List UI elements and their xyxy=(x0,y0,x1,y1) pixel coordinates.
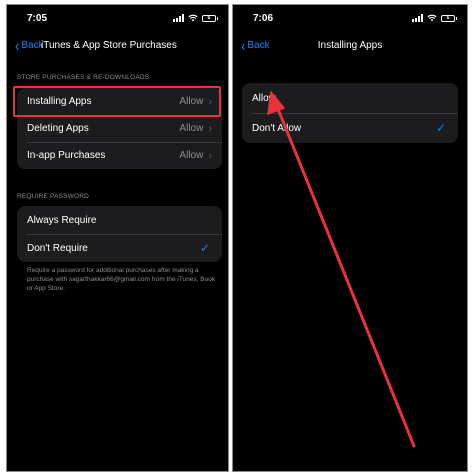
battery-icon: 6 xyxy=(202,14,218,22)
back-button[interactable]: ‹ Back xyxy=(15,35,44,54)
always-require-option[interactable]: Always Require xyxy=(17,206,222,234)
navigation-bar: ‹ Back iTunes & App Store Purchases xyxy=(7,37,228,57)
wifi-icon xyxy=(188,14,198,22)
status-time: 7:05 xyxy=(27,13,48,24)
option-label: Allow xyxy=(252,92,276,104)
install-options-group: Allow Don't Allow ✓ xyxy=(242,83,458,143)
deleting-apps-row[interactable]: Deleting Apps Allow › xyxy=(17,115,222,142)
right-screenshot: 7:06 6 ‹ Back Installing Apps Allow Don't… xyxy=(232,4,468,472)
back-chevron-icon: ‹ xyxy=(15,35,20,54)
row-label: In-app Purchases xyxy=(27,150,106,161)
signal-icon xyxy=(412,14,423,22)
dont-require-option[interactable]: Don't Require ✓ xyxy=(17,234,222,262)
option-label: Always Require xyxy=(27,214,97,226)
row-label: Deleting Apps xyxy=(27,123,89,134)
disclosure-chevron-icon: › xyxy=(208,122,212,135)
section-header: STORE PURCHASES & RE-DOWNLOADS xyxy=(17,74,150,81)
page-title: iTunes & App Store Purchases xyxy=(41,40,177,51)
section-header: REQUIRE PASSWORD xyxy=(17,193,90,200)
dont-allow-option[interactable]: Don't Allow ✓ xyxy=(242,113,458,143)
option-label: Don't Allow xyxy=(252,122,302,134)
wifi-icon xyxy=(427,14,437,22)
left-screenshot: 7:05 6 ‹ Back iTunes & App Store Purchase… xyxy=(6,4,229,472)
allow-option[interactable]: Allow xyxy=(242,83,458,113)
footer-note: Require a password for additional purcha… xyxy=(27,267,216,292)
require-password-group: Always Require Don't Require ✓ xyxy=(17,206,222,262)
row-value: Allow xyxy=(179,123,204,134)
status-time: 7:06 xyxy=(253,13,274,24)
battery-icon: 6 xyxy=(441,14,457,22)
navigation-bar: ‹ Back Installing Apps xyxy=(233,37,467,57)
page-title: Installing Apps xyxy=(317,40,383,51)
in-app-purchases-row[interactable]: In-app Purchases Allow › xyxy=(17,142,222,169)
signal-icon xyxy=(173,14,184,22)
disclosure-chevron-icon: › xyxy=(208,149,212,162)
option-label: Don't Require xyxy=(27,242,88,254)
checkmark-icon: ✓ xyxy=(435,121,446,135)
status-bar: 7:06 6 xyxy=(233,13,467,27)
highlight-box xyxy=(13,86,221,117)
row-value: Allow xyxy=(179,150,204,161)
status-bar: 7:05 6 xyxy=(7,13,228,27)
checkmark-icon: ✓ xyxy=(199,241,210,255)
